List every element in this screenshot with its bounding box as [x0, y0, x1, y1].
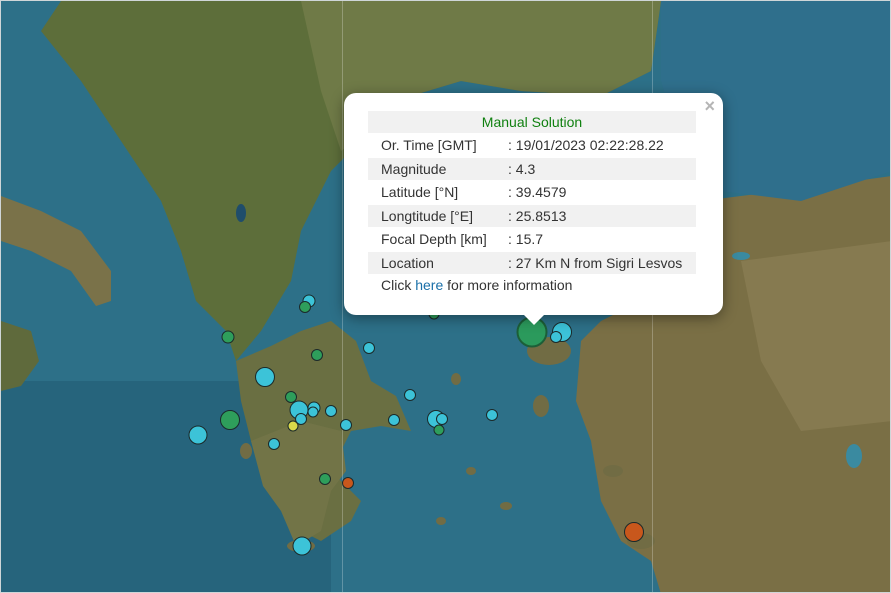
earthquake-marker[interactable] [292, 536, 312, 556]
earthquake-marker[interactable] [388, 414, 400, 426]
row-label: Latitude [°N] [381, 184, 459, 200]
earthquake-marker[interactable] [624, 522, 644, 542]
earthquake-marker[interactable] [325, 405, 337, 417]
earthquake-info-popup: × Manual Solution Or. Time [GMT] : 19/01… [344, 93, 723, 315]
earthquake-marker[interactable] [299, 301, 311, 313]
focal-depth-row: Focal Depth [km] : 15.7 [368, 228, 696, 250]
earthquake-marker[interactable] [221, 330, 235, 344]
earthquake-marker[interactable] [319, 473, 331, 485]
earthquake-marker[interactable] [340, 419, 352, 431]
earthquake-marker[interactable] [486, 409, 498, 421]
row-value: : 25.8513 [508, 208, 567, 224]
map-tile-seam [342, 1, 343, 592]
latitude-row: Latitude [°N] : 39.4579 [368, 181, 696, 203]
map-view[interactable]: × Manual Solution Or. Time [GMT] : 19/01… [0, 0, 891, 593]
row-value: : 27 Km N from Sigri Lesvos [508, 255, 683, 271]
earthquake-marker[interactable] [342, 477, 354, 489]
row-label: Location [381, 255, 434, 271]
row-value: : 19/01/2023 02:22:28.22 [508, 137, 664, 153]
row-label: Or. Time [GMT] [381, 137, 477, 153]
row-label: Magnitude [381, 161, 447, 177]
more-info-line: Click here for more information [381, 276, 572, 294]
earthquake-marker[interactable] [363, 342, 375, 354]
earthquake-marker[interactable] [307, 406, 319, 418]
row-label: Focal Depth [km] [381, 231, 487, 247]
earthquake-marker[interactable] [220, 410, 240, 430]
row-label: Longtitude [°E] [381, 208, 473, 224]
longitude-row: Longtitude [°E] : 25.8513 [368, 205, 696, 227]
location-row: Location : 27 Km N from Sigri Lesvos [368, 252, 696, 274]
popup-pointer [523, 314, 545, 325]
close-icon[interactable]: × [704, 97, 715, 115]
row-value: : 4.3 [508, 161, 536, 177]
earthquake-marker[interactable] [311, 349, 323, 361]
more-info-link[interactable]: here [415, 277, 443, 293]
earthquake-marker[interactable] [255, 367, 275, 387]
earthquake-marker[interactable] [287, 420, 299, 432]
earthquake-marker[interactable] [404, 389, 416, 401]
origin-time-row: Or. Time [GMT] : 19/01/2023 02:22:28.22 [368, 134, 696, 156]
earthquake-marker[interactable] [268, 438, 280, 450]
earthquake-marker[interactable] [188, 425, 208, 445]
popup-title: Manual Solution [368, 111, 696, 133]
more-info-suffix: for more information [447, 277, 573, 293]
earthquake-marker[interactable] [433, 424, 445, 436]
more-info-prefix: Click [381, 277, 412, 293]
magnitude-row: Magnitude : 4.3 [368, 158, 696, 180]
earthquake-marker[interactable] [550, 331, 562, 343]
row-value: : 15.7 [508, 231, 544, 247]
row-value: : 39.4579 [508, 184, 567, 200]
earthquake-marker[interactable] [436, 413, 448, 425]
